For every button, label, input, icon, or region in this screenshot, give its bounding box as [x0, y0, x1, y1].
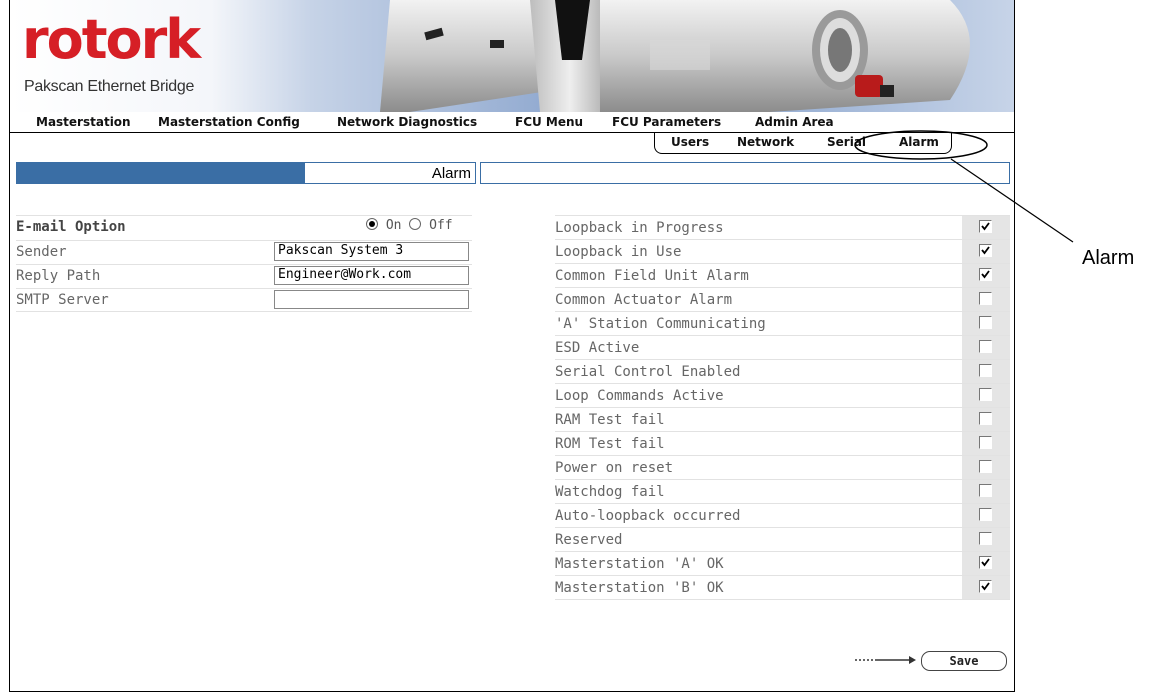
smtp-server-row: SMTP Server [16, 288, 472, 312]
annotation-label: Alarm [1082, 247, 1135, 269]
alarm-row: Power on reset [555, 455, 1010, 479]
alarm-checkbox[interactable] [979, 340, 992, 353]
alarm-label: Reserved [555, 532, 623, 548]
alarm-row: Serial Control Enabled [555, 359, 1010, 383]
alarm-row: Masterstation 'A' OK [555, 551, 1010, 575]
sender-label: Sender [16, 244, 67, 260]
alarm-checkbox[interactable] [979, 580, 992, 593]
alarm-checkbox-cell [962, 312, 1010, 335]
alarm-label: 'A' Station Communicating [555, 316, 766, 332]
title-bar-accent [16, 162, 304, 184]
app-frame: rotork Pakscan Ethernet Bridge Mastersta… [9, 0, 1015, 692]
alarm-checkbox[interactable] [979, 556, 992, 569]
alarm-row: Masterstation 'B' OK [555, 575, 1010, 600]
tab-network[interactable]: Network [737, 135, 794, 149]
page-title: Alarm [431, 165, 471, 182]
menu-admin-area[interactable]: Admin Area [755, 115, 834, 129]
alarm-row: 'A' Station Communicating [555, 311, 1010, 335]
alarm-checkbox-cell [962, 360, 1010, 383]
alarm-checkbox-cell [962, 528, 1010, 551]
alarm-label: Loopback in Use [555, 244, 682, 260]
alarm-checkbox[interactable] [979, 436, 992, 449]
alarm-checkbox-cell [962, 408, 1010, 431]
tab-users[interactable]: Users [671, 135, 709, 149]
alarm-label: Loopback in Progress [555, 220, 724, 236]
alarm-row: Common Actuator Alarm [555, 287, 1010, 311]
menu-masterstation[interactable]: Masterstation [36, 115, 131, 129]
menu-masterstation-config[interactable]: Masterstation Config [158, 115, 300, 129]
smtp-server-input[interactable] [274, 290, 469, 309]
header-banner: rotork Pakscan Ethernet Bridge [10, 0, 1014, 112]
alarm-label: ESD Active [555, 340, 640, 356]
alarm-label: Watchdog fail [555, 484, 665, 500]
reply-path-row: Reply Path Engineer@Work.com [16, 264, 472, 287]
alarm-checkbox-cell [962, 336, 1010, 359]
alarm-checkbox[interactable] [979, 364, 992, 377]
email-option-radios: On Off [366, 218, 453, 233]
alarm-checkbox-cell [962, 264, 1010, 287]
reply-path-input[interactable]: Engineer@Work.com [274, 266, 469, 285]
actuator-image [380, 0, 970, 112]
alarm-checkbox-cell [962, 576, 1010, 599]
radio-on-label: On [385, 218, 402, 233]
radio-on[interactable] [366, 218, 378, 230]
alarm-row: Common Field Unit Alarm [555, 263, 1010, 287]
alarm-label: RAM Test fail [555, 412, 665, 428]
alarm-row: Watchdog fail [555, 479, 1010, 503]
alarm-checkbox-cell [962, 432, 1010, 455]
alarm-checkbox-cell [962, 480, 1010, 503]
alarm-row: Loop Commands Active [555, 383, 1010, 407]
menu-fcu-menu[interactable]: FCU Menu [515, 115, 583, 129]
alarm-checkbox[interactable] [979, 316, 992, 329]
rotork-logo: rotork [22, 8, 201, 71]
alarm-checkbox[interactable] [979, 460, 992, 473]
alarm-label: Serial Control Enabled [555, 364, 741, 380]
alarm-label: Masterstation 'A' OK [555, 556, 724, 572]
alarm-checkbox[interactable] [979, 508, 992, 521]
reply-path-label: Reply Path [16, 268, 101, 284]
alarm-checkbox[interactable] [979, 292, 992, 305]
menu-fcu-parameters[interactable]: FCU Parameters [612, 115, 721, 129]
alarm-checkbox[interactable] [979, 484, 992, 497]
alarm-checkbox[interactable] [979, 412, 992, 425]
alarm-label: Common Field Unit Alarm [555, 268, 749, 284]
alarm-row: Auto-loopback occurred [555, 503, 1010, 527]
annotation-callout [854, 130, 1074, 243]
product-name: Pakscan Ethernet Bridge [24, 78, 195, 95]
alarm-row: Reserved [555, 527, 1010, 551]
alarm-checkbox[interactable] [979, 268, 992, 281]
arrow-icon [855, 656, 916, 664]
alarm-checkbox-cell [962, 504, 1010, 527]
alarm-checkbox-cell [962, 552, 1010, 575]
smtp-server-label: SMTP Server [16, 292, 109, 308]
email-option-row: E-mail Option On Off [16, 215, 472, 238]
check-icon [981, 270, 990, 279]
alarm-row: RAM Test fail [555, 407, 1010, 431]
sender-input[interactable]: Pakscan System 3 [274, 242, 469, 261]
alarm-label: Auto-loopback occurred [555, 508, 741, 524]
title-bar-label-cell: Alarm [304, 162, 476, 184]
save-button[interactable]: Save [921, 651, 1007, 671]
radio-off[interactable] [409, 218, 422, 230]
alarm-checkbox-cell [962, 384, 1010, 407]
alarm-label: Loop Commands Active [555, 388, 724, 404]
alarm-row: ROM Test fail [555, 431, 1010, 455]
radio-off-label: Off [429, 218, 453, 233]
check-icon [981, 558, 990, 567]
menu-network-diagnostics[interactable]: Network Diagnostics [337, 115, 477, 129]
check-icon [981, 582, 990, 591]
sender-row: Sender Pakscan System 3 [16, 240, 472, 263]
alarm-checkbox-cell [962, 288, 1010, 311]
alarm-label: Common Actuator Alarm [555, 292, 733, 308]
alarm-checkbox-cell [962, 456, 1010, 479]
alarm-row: ESD Active [555, 335, 1010, 359]
alarm-checkbox[interactable] [979, 532, 992, 545]
alarm-label: Masterstation 'B' OK [555, 580, 724, 596]
alarm-label: Power on reset [555, 460, 674, 476]
email-option-label: E-mail Option [16, 219, 126, 235]
alarm-label: ROM Test fail [555, 436, 665, 452]
alarm-checkbox[interactable] [979, 388, 992, 401]
